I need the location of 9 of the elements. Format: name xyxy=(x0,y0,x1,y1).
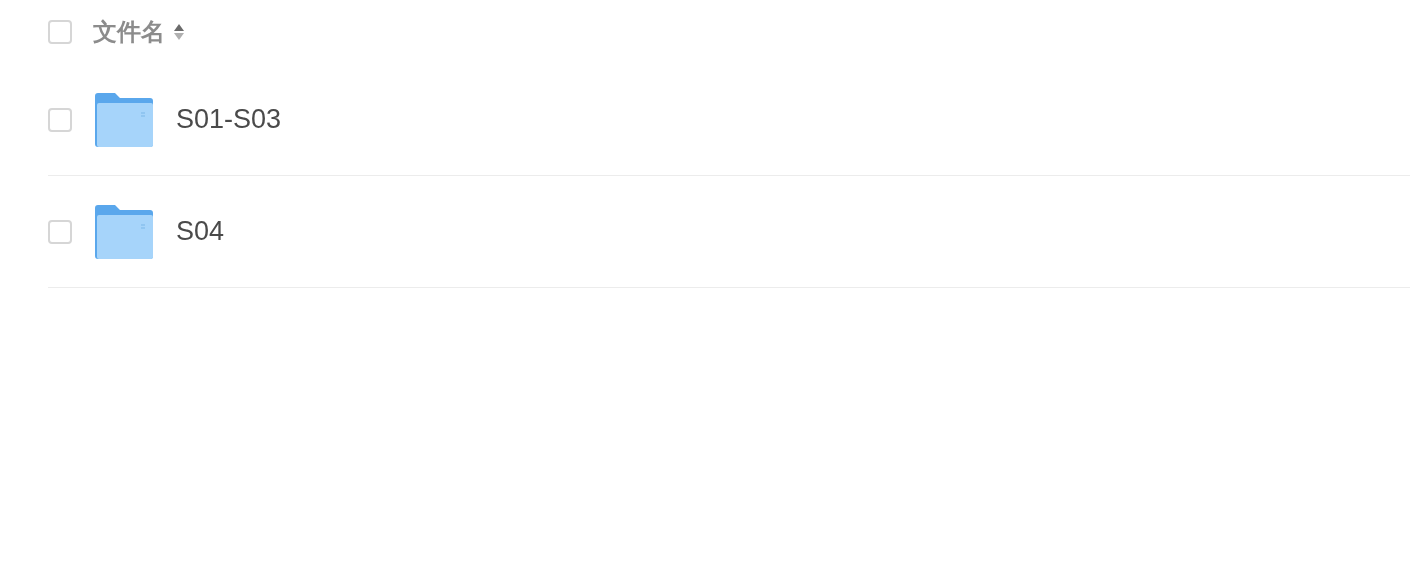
checkbox[interactable] xyxy=(48,20,72,44)
sort-icon[interactable] xyxy=(173,23,185,41)
folder-name[interactable]: S04 xyxy=(176,211,225,252)
checkbox[interactable] xyxy=(48,219,72,244)
folder-icon xyxy=(95,204,153,259)
folder-name[interactable]: S01-S03 xyxy=(176,99,282,140)
column-header: 文件名 xyxy=(93,17,165,48)
folder-icon xyxy=(95,92,153,147)
checkbox[interactable] xyxy=(48,107,72,132)
